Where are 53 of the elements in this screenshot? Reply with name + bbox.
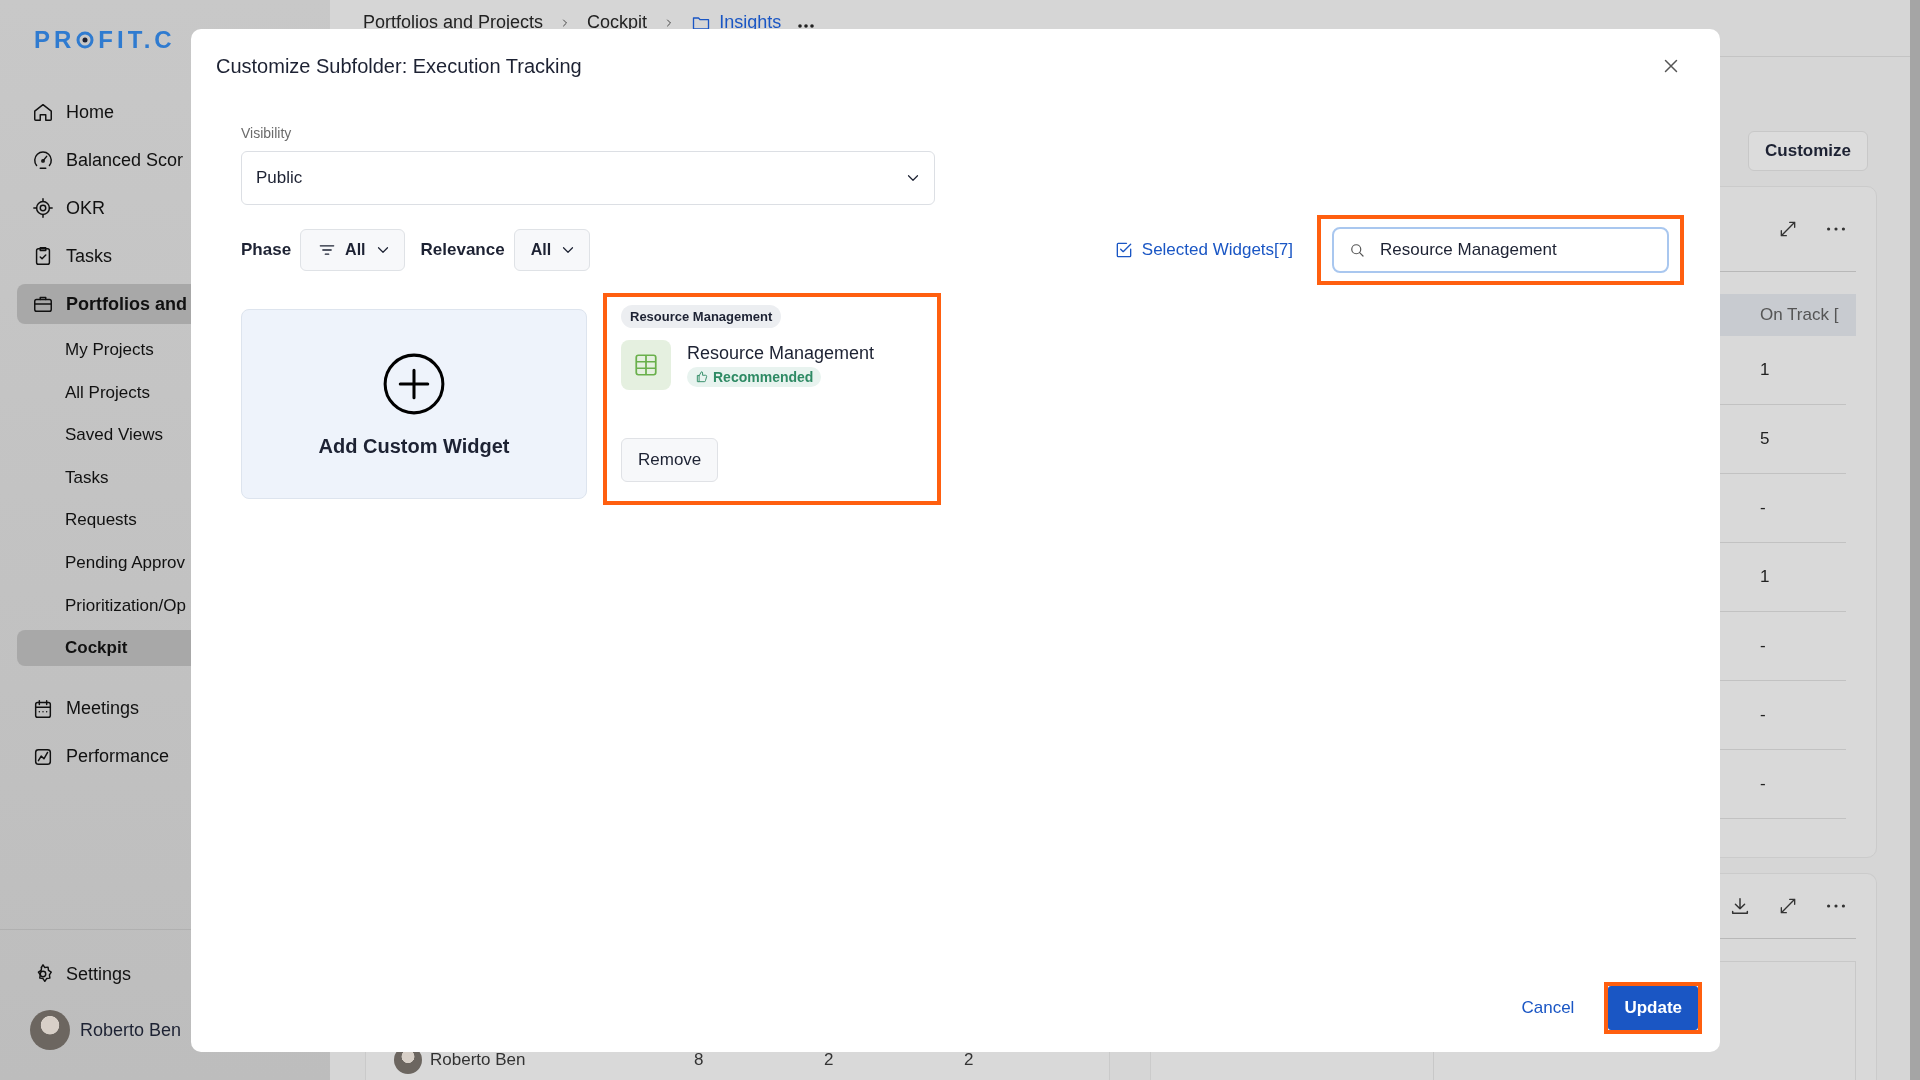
logo-text: PR: [34, 26, 76, 54]
user-name: Roberto Ben: [80, 1019, 182, 1041]
table-cell-text: -: [1760, 498, 1767, 518]
table-cell-text: 8: [694, 1050, 705, 1070]
scrollbar[interactable]: [1910, 0, 1920, 1080]
table-icon: [621, 340, 671, 390]
customize-button[interactable]: Customize: [1748, 131, 1868, 171]
target-icon: [32, 197, 54, 219]
thumbs-up-icon: [695, 369, 709, 384]
field-label: Visibility: [241, 125, 293, 141]
filter-dropdown[interactable]: All: [513, 229, 591, 271]
breadcrumb-item[interactable]: Portfolios and Projects: [363, 12, 544, 33]
table-cell-text: 1: [1760, 567, 1771, 587]
expand-arrow-drawing: [1778, 219, 1798, 239]
calendar-icon: [32, 697, 54, 720]
more-icon[interactable]: [1827, 227, 1845, 231]
expand-arrow-drawing: [1778, 896, 1798, 916]
more-icon[interactable]: [797, 24, 816, 28]
search-field[interactable]: Resource Management: [1332, 227, 1669, 273]
table-cell-text: -: [1760, 705, 1767, 725]
tray-arrow-drawing: [1729, 895, 1751, 917]
avatar: [30, 1010, 70, 1050]
gauge-icon: [32, 149, 54, 171]
remove-button[interactable]: Remove: [621, 438, 719, 482]
more-icon[interactable]: [1827, 904, 1845, 908]
table-cell-text: 1: [1760, 360, 1771, 380]
filter-dropdown[interactable]: All: [300, 229, 405, 271]
breadcrumb-item[interactable]: Insights: [691, 12, 782, 33]
search-icon: [1348, 241, 1366, 259]
selected-widgets-link[interactable]: Selected Widgets[7]: [1113, 240, 1293, 260]
filter-label: Phase: [241, 240, 292, 260]
settings-item[interactable]: Settings: [17, 954, 330, 994]
dialog-title: Customize Subfolder: Execution Tracking: [216, 54, 582, 78]
table-cell: Roberto Ben: [430, 1050, 526, 1070]
recommended-badge: Recommended: [687, 366, 822, 387]
home-icon: [32, 101, 54, 123]
table-cell-text: -: [1760, 774, 1767, 794]
table-cell-text: 2: [964, 1050, 975, 1070]
visibility-select[interactable]: Public: [241, 151, 935, 205]
table-cell-text: -: [1760, 636, 1767, 656]
table-cell-text: 2: [824, 1050, 835, 1070]
logo-text: FIT.C: [98, 26, 176, 54]
sidebar-item[interactable]: Performance: [17, 736, 330, 777]
add-widget-card[interactable]: Add Custom Widget: [241, 309, 587, 499]
filter-label: Relevance: [420, 240, 505, 260]
table-cell-text: 5: [1760, 429, 1771, 449]
breadcrumb-item[interactable]: Cockpit: [587, 12, 648, 33]
target-icon: [75, 30, 96, 50]
sidebar-item[interactable]: Meetings: [17, 688, 330, 729]
column-header: On Track [: [1760, 305, 1840, 325]
widget-title: Resource Management: [687, 342, 875, 364]
category-tag: Resource Management: [621, 305, 782, 328]
update-button[interactable]: Update: [1608, 986, 1698, 1030]
